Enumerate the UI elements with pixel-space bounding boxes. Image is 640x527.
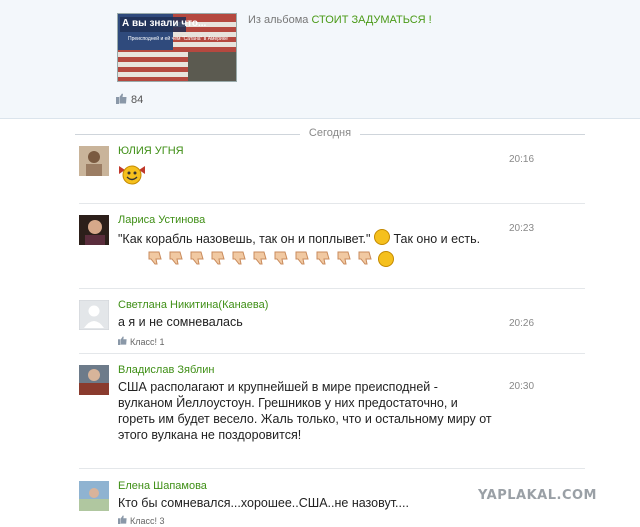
- avatar[interactable]: [79, 146, 109, 176]
- date-separator: Сегодня: [75, 127, 585, 140]
- thumb-down-icon: [147, 251, 164, 270]
- comment-text-part-b: Так оно и есть.: [393, 232, 481, 246]
- avatar[interactable]: [79, 215, 109, 245]
- thumb-down-icon: [357, 251, 374, 270]
- post-panel: А вы знали что... Преисподней и ей чем "…: [0, 0, 640, 119]
- album-photo[interactable]: А вы знали что... Преисподней и ей чем "…: [117, 13, 237, 82]
- comment-author[interactable]: Владислав Зяблин: [118, 364, 214, 376]
- klass-button[interactable]: Класс! 1: [118, 336, 165, 347]
- likes-counter[interactable]: 84: [116, 93, 143, 107]
- thumb-down-icon: [294, 251, 311, 270]
- comment-time: 20:23: [509, 223, 535, 234]
- comment-text: "Как корабль назовешь, так он и поплывет…: [118, 229, 508, 247]
- watermark: YAPLAKAL.COM: [478, 488, 597, 503]
- comment: Владислав Зяблин США располагают и крупн…: [79, 364, 559, 455]
- thumb-up-icon: [116, 93, 127, 107]
- smiley-icon: [373, 229, 390, 245]
- album-link[interactable]: СТОИТ ЗАДУМАТЬСЯ !: [311, 14, 431, 26]
- comment-text-part-a: "Как корабль назовешь, так он и поплывет…: [118, 232, 371, 246]
- thumb-down-icon: [168, 251, 185, 270]
- album-prefix: Из альбома: [248, 14, 309, 26]
- thumb-down-icon: [210, 251, 227, 270]
- comment-time: 20:16: [509, 154, 535, 165]
- thumb-down-icon: [189, 251, 206, 270]
- likes-count: 84: [131, 94, 144, 106]
- klass-label: Класс! 3: [130, 515, 165, 526]
- comment-time: 20:26: [509, 318, 535, 329]
- avatar[interactable]: [79, 481, 109, 511]
- sticker-smiley-icon: [118, 163, 146, 190]
- comment-author[interactable]: Лариса Устинова: [118, 214, 205, 226]
- comment-author[interactable]: ЮЛИЯ УГНЯ: [118, 145, 184, 157]
- photo-caption: А вы знали что...: [122, 18, 207, 29]
- thumb-down-icon: [336, 251, 353, 270]
- comment-divider: [79, 288, 585, 289]
- separator-label: Сегодня: [308, 127, 352, 139]
- comment-author[interactable]: Елена Шапамова: [118, 480, 207, 492]
- avatar[interactable]: [79, 365, 109, 395]
- comment: ЮЛИЯ УГНЯ 20:16: [79, 145, 559, 192]
- thumb-up-icon: [118, 515, 127, 526]
- comment: Светлана Никитина(Канаева) а я и не сомн…: [79, 299, 559, 350]
- album-info: Из альбома СТОИТ ЗАДУМАТЬСЯ !: [248, 14, 432, 26]
- thumb-down-icon: [273, 251, 290, 270]
- klass-button[interactable]: Класс! 3: [118, 515, 165, 526]
- comment-divider: [79, 203, 585, 204]
- comment-text: а я и не сомневалась: [118, 315, 243, 329]
- avatar[interactable]: [79, 300, 109, 330]
- comment-divider: [79, 468, 585, 469]
- thumb-down-icon: [252, 251, 269, 270]
- comment-divider: [79, 353, 585, 354]
- klass-label: Класс! 1: [130, 336, 165, 347]
- thumb-down-icon: [231, 251, 248, 270]
- thumb-down-icon: [315, 251, 332, 270]
- comment-time: 20:30: [509, 381, 535, 392]
- comment-author[interactable]: Светлана Никитина(Канаева): [118, 299, 268, 311]
- comment-text: США располагают и крупнейшей в мире преи…: [118, 380, 492, 442]
- photo-subcaption: Преисподней и ей чем "Сатана" в Америке: [128, 36, 228, 42]
- comment-text: Кто бы сомневался...хорошее..США..не наз…: [118, 496, 409, 510]
- dislike-stickers: [147, 251, 394, 270]
- winking-smiley-icon: [378, 251, 394, 267]
- thumb-up-icon: [118, 336, 127, 347]
